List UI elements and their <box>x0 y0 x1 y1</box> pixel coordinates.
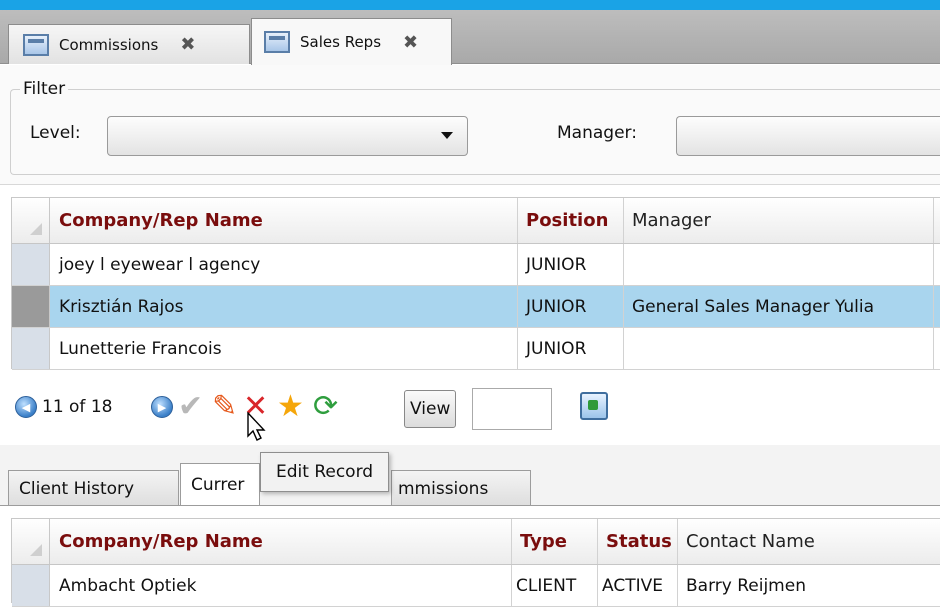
sort-corner-icon <box>30 544 42 556</box>
window-accent-bar <box>0 0 940 10</box>
tab-current[interactable]: Currer <box>180 463 260 506</box>
close-icon[interactable]: ✖ <box>180 34 195 55</box>
filter-legend: Filter <box>20 79 69 99</box>
document-tab-strip: Commissions ✖ Sales Reps ✖ <box>0 10 940 65</box>
sort-corner-icon <box>30 223 42 235</box>
previous-icon[interactable]: ◀ <box>15 396 37 418</box>
new-star-icon[interactable]: ★ <box>277 392 304 422</box>
cell-type: CLIENT <box>512 565 598 606</box>
dropdown-arrow-icon <box>441 132 453 139</box>
grid-header: Company/Rep Name Position Manager <box>12 198 940 244</box>
column-header-status[interactable]: Status <box>598 519 678 564</box>
tab-client-history[interactable]: Client History <box>8 470 179 506</box>
cell-position: JUNIOR <box>518 286 624 327</box>
tab-commissions[interactable]: Commissions ✖ <box>8 24 250 64</box>
level-dropdown[interactable] <box>107 116 468 156</box>
cell-company: Lunetterie Francois <box>51 328 518 369</box>
cell-status: ACTIVE <box>598 565 678 606</box>
mouse-cursor-icon <box>247 412 266 441</box>
table-row[interactable]: Ambacht Optiek CLIENT ACTIVE Barry Reijm… <box>12 565 940 607</box>
cell-contact: Barry Reijmen <box>678 565 940 606</box>
column-header-contact[interactable]: Contact Name <box>678 519 940 564</box>
select-all-corner[interactable] <box>12 519 50 564</box>
table-row[interactable]: joey l eyewear l agency JUNIOR <box>12 244 940 286</box>
record-navigator: ◀ 11 of 18 ▶ ✔ ✎ ✕ ★ ⟳ View <box>0 370 940 445</box>
record-position: 11 of 18 <box>42 397 113 417</box>
view-button[interactable]: View <box>404 390 457 428</box>
column-header-manager[interactable]: Manager <box>624 198 934 243</box>
clients-grid: Company/Rep Name Type Status Contact Nam… <box>11 518 940 607</box>
column-header-company[interactable]: Company/Rep Name <box>51 198 518 243</box>
next-icon[interactable]: ▶ <box>151 396 173 418</box>
row-selector[interactable] <box>12 328 50 369</box>
tab-label: Sales Reps <box>300 33 382 51</box>
cell-company: joey l eyewear l agency <box>51 244 518 285</box>
grid-header: Company/Rep Name Type Status Contact Nam… <box>12 519 940 565</box>
row-selector[interactable] <box>12 565 50 606</box>
tab-commissions-detail[interactable]: mmissions <box>391 470 531 506</box>
filter-area: Filter Level: Manager: <box>0 65 940 185</box>
cell-position: JUNIOR <box>518 328 624 369</box>
manager-dropdown[interactable] <box>676 116 940 156</box>
cell-company: Ambacht Optiek <box>51 565 512 606</box>
cell-manager <box>624 328 934 369</box>
cell-position: JUNIOR <box>518 244 624 285</box>
close-icon[interactable]: ✖ <box>403 32 418 53</box>
refresh-icon[interactable]: ⟳ <box>313 392 338 422</box>
edit-record-tooltip: Edit Record <box>260 452 390 492</box>
tab-label: Commissions <box>59 35 159 54</box>
export-icon[interactable] <box>580 392 608 420</box>
column-header-position[interactable]: Position <box>518 198 624 243</box>
column-header-company[interactable]: Company/Rep Name <box>51 519 512 564</box>
row-selector[interactable] <box>12 244 50 285</box>
cell-manager: General Sales Manager Yulia <box>624 286 934 327</box>
manager-label: Manager: <box>557 123 637 143</box>
page-input[interactable] <box>472 388 552 430</box>
column-header-type[interactable]: Type <box>512 519 598 564</box>
level-label: Level: <box>30 123 81 143</box>
edit-pencil-icon[interactable]: ✎ <box>212 392 237 422</box>
document-icon <box>23 33 49 56</box>
tab-sales-reps[interactable]: Sales Reps ✖ <box>251 18 452 65</box>
cell-company: Krisztián Rajos <box>51 286 518 327</box>
table-row[interactable]: Lunetterie Francois JUNIOR <box>12 328 940 370</box>
document-icon <box>264 31 290 53</box>
row-selector[interactable] <box>12 286 50 327</box>
table-row[interactable]: Krisztián Rajos JUNIOR General Sales Man… <box>12 286 940 328</box>
select-all-corner[interactable] <box>12 198 50 243</box>
save-check-icon[interactable]: ✔ <box>178 392 203 422</box>
sales-reps-grid: Company/Rep Name Position Manager joey l… <box>11 197 940 370</box>
cell-manager <box>624 244 934 285</box>
